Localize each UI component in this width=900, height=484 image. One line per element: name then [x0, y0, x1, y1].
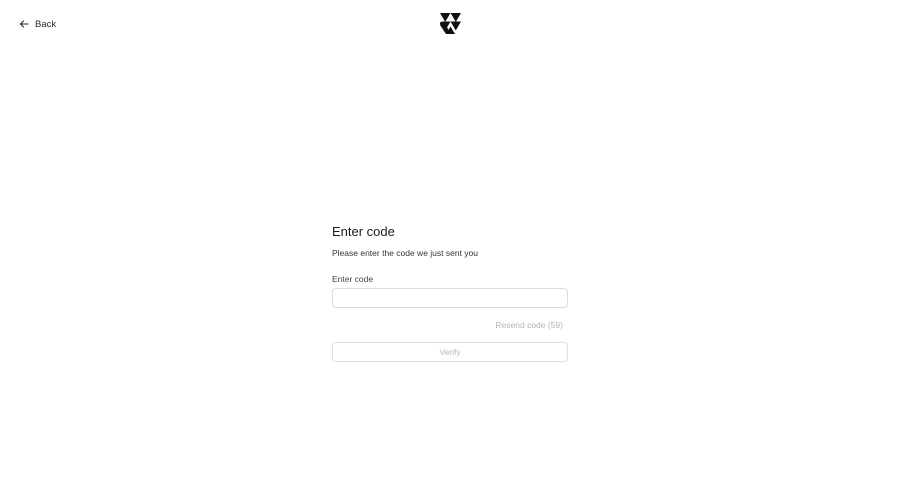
page-subtitle: Please enter the code we just sent you [332, 248, 479, 258]
page-title: Enter code [332, 224, 395, 239]
back-button[interactable]: Back [19, 15, 56, 33]
code-input[interactable] [332, 288, 568, 308]
arrow-left-icon [19, 19, 29, 29]
brand-logo-icon [440, 13, 461, 34]
page: Back Enter code Please enter the code we… [0, 0, 900, 484]
back-label: Back [35, 18, 57, 30]
resend-row: Resend code (59) [332, 319, 568, 331]
resend-code-button[interactable]: Resend code (59) [495, 319, 563, 331]
verification-form: Enter code Please enter the code we just… [332, 224, 568, 362]
verify-button[interactable]: Verify [332, 342, 568, 362]
code-field-label: Enter code [332, 274, 374, 284]
